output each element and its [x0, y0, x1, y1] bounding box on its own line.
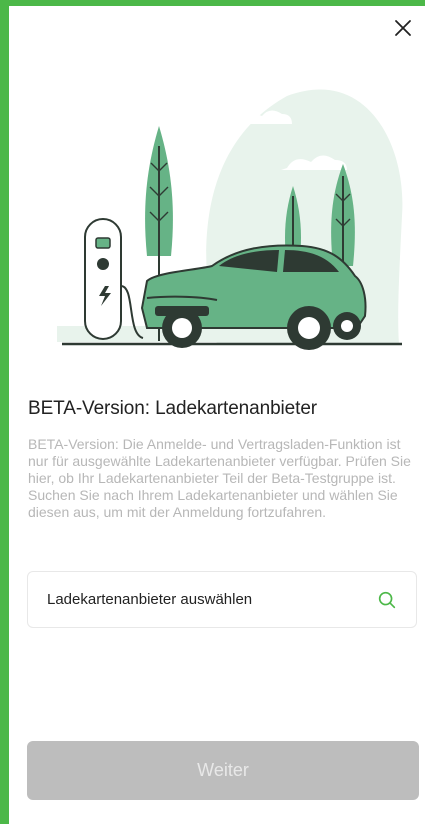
- provider-search-label: Ladekartenanbieter auswählen: [47, 591, 253, 608]
- modal-sheet: BETA-Version: Ladekartenanbieter BETA-Ve…: [9, 6, 425, 824]
- provider-search-field[interactable]: Ladekartenanbieter auswählen: [27, 571, 417, 628]
- close-icon: [395, 20, 411, 36]
- search-icon[interactable]: [376, 589, 398, 611]
- next-button[interactable]: Weiter: [27, 741, 419, 800]
- description-paragraph-1: BETA-Version: Die Anmelde- und Vertragsl…: [28, 436, 411, 486]
- page-title: BETA-Version: Ladekartenanbieter: [28, 398, 318, 419]
- description-text: BETA-Version: Die Anmelde- und Vertragsl…: [28, 436, 423, 521]
- description-paragraph-2: Suchen Sie nach Ihrem Ladekartenanbieter…: [28, 487, 398, 520]
- close-button[interactable]: [391, 16, 415, 40]
- ev-charging-illustration: [57, 89, 403, 350]
